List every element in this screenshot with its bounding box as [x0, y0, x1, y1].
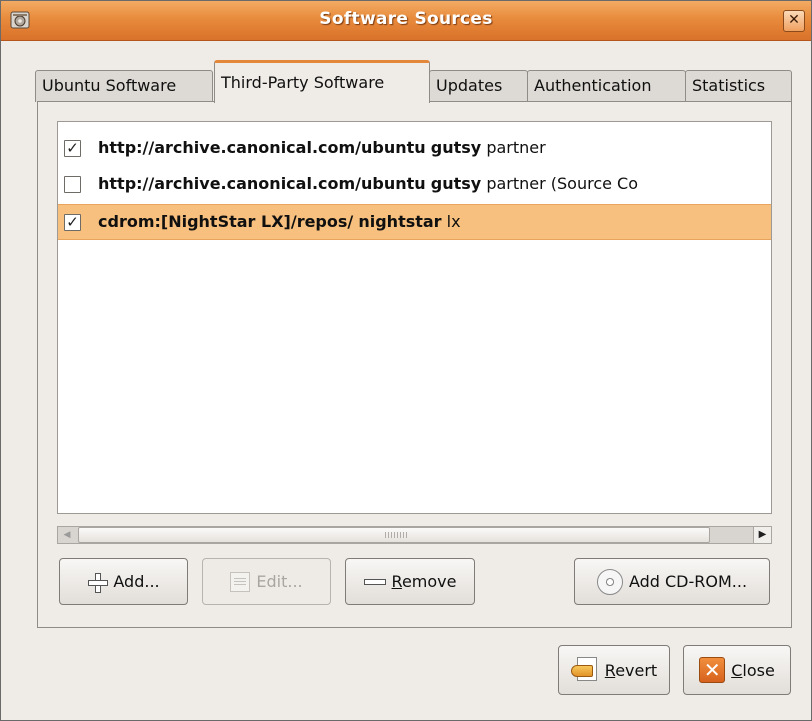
horizontal-scrollbar[interactable]: ◀ ▶ — [57, 526, 772, 544]
tab-ubuntu-software[interactable]: Ubuntu Software — [35, 70, 213, 102]
source-uri: cdrom:[NightStar LX]/repos/ — [98, 212, 354, 231]
grip-icon — [385, 532, 407, 538]
revert-button[interactable]: Revert — [558, 645, 670, 695]
cdrom-icon — [596, 568, 623, 595]
minus-icon — [363, 578, 386, 585]
source-text: http://archive.canonical.com/ubuntu guts… — [98, 174, 638, 193]
list-item[interactable]: http://archive.canonical.com/ubuntu guts… — [58, 166, 771, 202]
edit-label: Edit... — [256, 572, 303, 591]
scroll-right-arrow-icon[interactable]: ▶ — [753, 527, 771, 543]
source-dist: gutsy — [430, 138, 482, 157]
remove-label: Remove — [391, 572, 457, 591]
list-item[interactable]: ✓ http://archive.canonical.com/ubuntu gu… — [58, 130, 771, 166]
source-text: http://archive.canonical.com/ubuntu guts… — [98, 138, 546, 157]
revert-icon — [570, 656, 599, 684]
plus-icon — [87, 572, 109, 593]
add-cdrom-label: Add CD-ROM... — [628, 572, 748, 591]
close-label: Close — [731, 660, 775, 680]
tab-statistics[interactable]: Statistics — [685, 70, 792, 102]
add-button[interactable]: Add... — [59, 558, 188, 605]
edit-icon — [230, 571, 251, 592]
tab-label: Updates — [436, 76, 503, 95]
source-components: partner (Source Co — [486, 174, 639, 193]
source-enabled-checkbox[interactable] — [64, 176, 81, 193]
source-text: cdrom:[NightStar LX]/repos/ nightstar lx — [98, 212, 461, 231]
source-dist: gutsy — [430, 174, 482, 193]
source-components: lx — [446, 212, 461, 231]
add-label: Add... — [113, 572, 160, 591]
remove-button[interactable]: Remove — [345, 558, 475, 605]
close-icon[interactable]: ✕ — [783, 10, 805, 32]
tab-label: Authentication — [534, 76, 652, 95]
source-enabled-checkbox[interactable]: ✓ — [64, 140, 81, 157]
source-uri: http://archive.canonical.com/ubuntu — [98, 138, 426, 157]
tab-authentication[interactable]: Authentication — [527, 70, 686, 102]
source-components: partner — [486, 138, 546, 157]
tab-label: Statistics — [692, 76, 766, 95]
source-enabled-checkbox[interactable]: ✓ — [64, 214, 81, 231]
source-uri: http://archive.canonical.com/ubuntu — [98, 174, 426, 193]
close-button[interactable]: ✕ Close — [683, 645, 791, 695]
tab-label: Third-Party Software — [221, 73, 385, 92]
checkmark-icon: ✓ — [66, 139, 79, 157]
tab-label: Ubuntu Software — [42, 76, 177, 95]
revert-label: Revert — [604, 660, 658, 680]
software-sources-window: Software Sources ✕ Ubuntu Software Third… — [0, 0, 812, 721]
close-x-icon: ✕ — [699, 657, 726, 683]
add-cdrom-button[interactable]: Add CD-ROM... — [574, 558, 770, 605]
scroll-left-arrow-icon[interactable]: ◀ — [58, 527, 76, 543]
list-item-selected[interactable]: ✓ cdrom:[NightStar LX]/repos/ nightstar … — [58, 204, 771, 240]
source-dist: nightstar — [358, 212, 442, 231]
edit-button[interactable]: Edit... — [202, 558, 331, 605]
sources-list[interactable]: ✓ http://archive.canonical.com/ubuntu gu… — [57, 121, 772, 514]
tab-updates[interactable]: Updates — [429, 70, 528, 102]
scrollbar-thumb[interactable] — [78, 527, 710, 543]
tab-third-party-software[interactable]: Third-Party Software — [214, 60, 430, 103]
window-title: Software Sources — [319, 9, 493, 29]
checkmark-icon: ✓ — [66, 213, 79, 231]
title-bar[interactable]: Software Sources ✕ — [1, 1, 811, 41]
